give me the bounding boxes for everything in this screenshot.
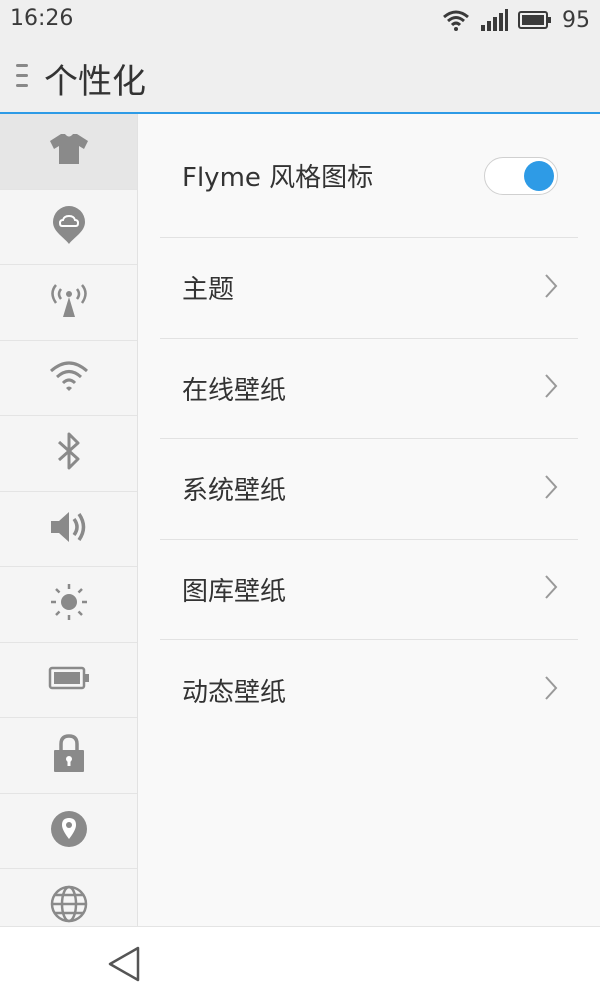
toggle-knob (524, 160, 554, 191)
sidebar-item-language[interactable] (0, 869, 137, 926)
chevron-right-icon (544, 574, 558, 604)
volume-icon (49, 509, 89, 549)
chevron-right-icon (544, 273, 558, 303)
menu-icon[interactable] (16, 62, 28, 94)
live-wallpaper-row[interactable]: 动态壁纸 (160, 640, 578, 741)
navigation-bar (0, 926, 600, 1000)
wifi-signal-icon (442, 9, 470, 31)
sidebar-item-sound[interactable] (0, 492, 137, 567)
flyme-icons-label: Flyme 风格图标 (182, 163, 374, 193)
sidebar-item-display[interactable] (0, 567, 137, 643)
wifi-icon (48, 359, 90, 397)
battery-status-icon (518, 10, 552, 30)
system-wallpaper-label: 系统壁纸 (182, 476, 287, 507)
brightness-icon (49, 582, 89, 626)
system-wallpaper-row[interactable]: 系统壁纸 (160, 439, 578, 540)
sidebar-item-bluetooth[interactable] (0, 416, 137, 492)
chevron-right-icon (544, 675, 558, 705)
sidebar-item-hotspot[interactable] (0, 265, 137, 341)
status-time: 16:26 (10, 6, 74, 31)
gallery-wallpaper-row[interactable]: 图库壁纸 (160, 540, 578, 640)
flyme-icons-toggle[interactable] (484, 156, 558, 195)
theme-label: 主题 (182, 275, 235, 306)
status-bar: 16:26 95 (0, 0, 600, 40)
sidebar-item-personalization[interactable] (0, 114, 137, 190)
lock-icon (52, 733, 86, 777)
battery-level: 95 (562, 7, 590, 33)
tshirt-icon (49, 132, 89, 170)
page-title: 个性化 (44, 62, 146, 102)
status-icons: 95 (442, 5, 590, 35)
cloud-icon (51, 204, 87, 250)
hotspot-icon (47, 281, 91, 323)
live-wallpaper-label: 动态壁纸 (182, 677, 287, 708)
sidebar-item-cloud[interactable] (0, 190, 137, 265)
sidebar (0, 114, 138, 926)
gallery-wallpaper-label: 图库壁纸 (182, 576, 287, 607)
flyme-icons-row[interactable]: Flyme 风格图标 (160, 114, 578, 238)
header: 个性化 (0, 40, 600, 114)
battery-icon (48, 666, 90, 694)
back-icon[interactable] (106, 945, 142, 987)
location-icon (50, 810, 88, 852)
bluetooth-icon (54, 431, 84, 475)
settings-list: Flyme 风格图标 主题 在线壁纸 系统壁纸 图库壁纸 动态壁纸 (160, 114, 578, 741)
sidebar-item-battery[interactable] (0, 643, 137, 718)
online-wallpaper-row[interactable]: 在线壁纸 (160, 339, 578, 439)
chevron-right-icon (544, 373, 558, 403)
chevron-right-icon (544, 474, 558, 504)
globe-icon (49, 884, 89, 926)
sidebar-item-security[interactable] (0, 718, 137, 794)
sidebar-item-location[interactable] (0, 794, 137, 869)
online-wallpaper-label: 在线壁纸 (182, 375, 287, 406)
theme-row[interactable]: 主题 (160, 238, 578, 339)
cell-signal-icon (480, 9, 508, 31)
sidebar-item-wifi[interactable] (0, 341, 137, 416)
